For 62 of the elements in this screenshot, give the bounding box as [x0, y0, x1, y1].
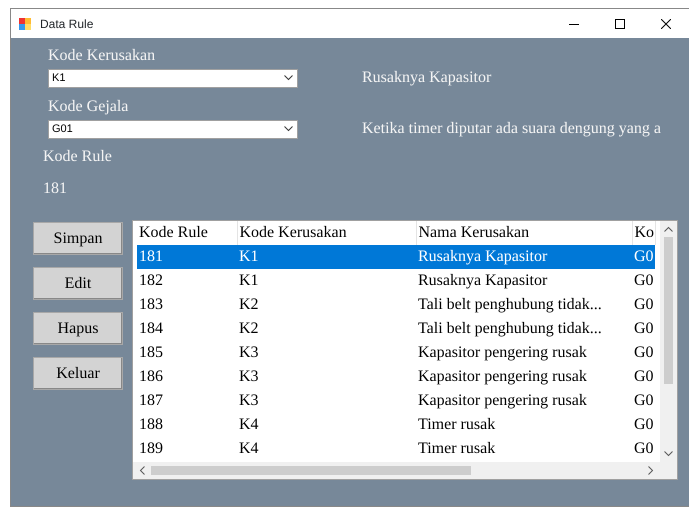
form-button[interactable]: Edit — [33, 267, 123, 300]
table-cell[interactable]: Kapasitor pengering rusak — [416, 365, 632, 389]
table-cell[interactable]: K1 — [237, 245, 416, 269]
table-cell[interactable]: K4 — [237, 437, 416, 461]
scroll-left-icon[interactable] — [139, 466, 145, 475]
table-cell[interactable]: Timer rusak — [416, 437, 632, 461]
table-cell[interactable]: G0 — [632, 269, 655, 293]
table-cell[interactable]: K2 — [237, 293, 416, 317]
scroll-up-icon[interactable] — [664, 226, 673, 232]
table-cell[interactable]: 182 — [137, 269, 237, 293]
table-cell[interactable]: 189 — [137, 437, 237, 461]
window-title: Data Rule — [40, 16, 94, 32]
rule-value: 181 — [43, 179, 68, 199]
form-button[interactable]: Keluar — [33, 357, 123, 390]
dropdown-value: G01 — [52, 122, 73, 137]
field-description: Ketika timer diputar ada suara dengung yang a — [362, 119, 661, 139]
table-cell[interactable]: 187 — [137, 389, 237, 413]
table-cell[interactable]: 183 — [137, 293, 237, 317]
table-cell[interactable]: K1 — [237, 269, 416, 293]
field-label: Kode Gejala — [48, 97, 130, 117]
table-cell[interactable]: Kapasitor pengering rusak — [416, 341, 632, 365]
table-cell[interactable]: G0 — [632, 365, 655, 389]
table-cell[interactable]: Rusaknya Kapasitor — [416, 245, 632, 269]
table-cell[interactable]: G0 — [632, 317, 655, 341]
chevron-down-icon — [284, 126, 293, 132]
scroll-down-icon[interactable] — [664, 451, 673, 457]
table-cell[interactable]: G0 — [632, 245, 655, 269]
close-icon[interactable] — [661, 18, 671, 28]
form-button[interactable]: Hapus — [33, 312, 123, 345]
table-cell[interactable]: G0 — [632, 413, 655, 437]
table-cell[interactable]: 185 — [137, 341, 237, 365]
chevron-down-icon — [284, 75, 293, 81]
table-cell[interactable]: Timer rusak — [416, 413, 632, 437]
scrollbar-thumb[interactable] — [151, 466, 471, 475]
field-label: Kode Rule — [43, 147, 113, 167]
table-cell[interactable]: Tali belt penghubung tidak... — [416, 317, 632, 341]
field-description: Rusaknya Kapasitor — [362, 68, 492, 88]
table-cell[interactable]: Tali belt penghubung tidak... — [416, 293, 632, 317]
table-cell[interactable]: 184 — [137, 317, 237, 341]
dropdown[interactable]: K1 — [48, 68, 298, 88]
app-icon — [18, 16, 32, 30]
table-cell[interactable]: Kapasitor pengering rusak — [416, 389, 632, 413]
table-cell[interactable]: 186 — [137, 365, 237, 389]
table-cell[interactable]: K4 — [237, 413, 416, 437]
table-cell[interactable]: G0 — [632, 293, 655, 317]
scrollbar-thumb[interactable] — [664, 237, 673, 384]
maximize-icon[interactable] — [615, 18, 625, 28]
table-cell[interactable]: G0 — [632, 389, 655, 413]
table-cell[interactable]: 181 — [137, 245, 237, 269]
table-cell[interactable]: K3 — [237, 341, 416, 365]
table-cell[interactable]: G0 — [632, 341, 655, 365]
table-cell[interactable]: K3 — [237, 365, 416, 389]
dropdown[interactable]: G01 — [48, 120, 298, 138]
form-button[interactable]: Simpan — [33, 222, 123, 255]
table-cell[interactable]: K3 — [237, 389, 416, 413]
table-cell[interactable]: 188 — [137, 413, 237, 437]
table-cell[interactable]: Rusaknya Kapasitor — [416, 269, 632, 293]
scroll-right-icon[interactable] — [648, 466, 654, 475]
dropdown-value: K1 — [52, 70, 66, 86]
field-label: Kode Kerusakan — [48, 46, 156, 66]
table-cell[interactable]: G0 — [632, 437, 655, 461]
table-cell[interactable]: K2 — [237, 317, 416, 341]
